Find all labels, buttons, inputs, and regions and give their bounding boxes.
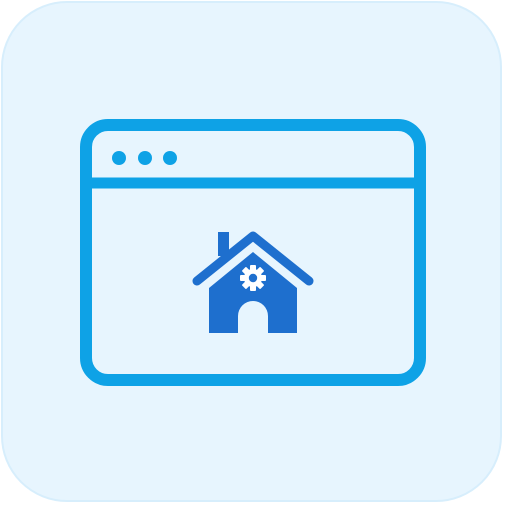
gear-hub: [248, 273, 258, 283]
browser-window-icon: [80, 119, 426, 386]
window-dots: [112, 151, 177, 165]
window-dot: [138, 151, 152, 165]
house-icon: [192, 231, 314, 333]
window-dot: [112, 151, 126, 165]
app-icon: [0, 0, 506, 506]
window-dot: [163, 151, 177, 165]
house-chimney: [218, 232, 229, 256]
